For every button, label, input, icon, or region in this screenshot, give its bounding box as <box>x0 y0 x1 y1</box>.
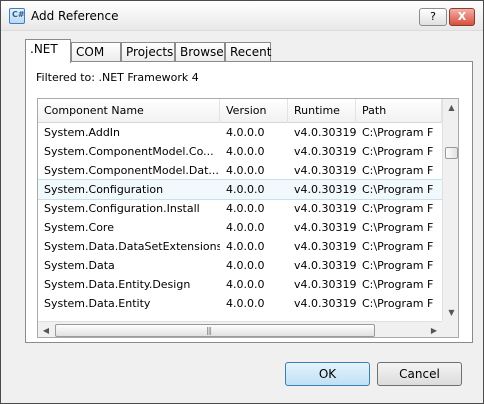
path-cell: C:\Program F <box>362 221 434 234</box>
scroll-down-arrow-icon[interactable]: ▼ <box>444 304 458 321</box>
version-cell: 4.0.0.0 <box>226 221 265 234</box>
list-row[interactable]: System.Core 4.0.0.0 v4.0.30319 C:\Progra… <box>38 218 442 237</box>
add-reference-dialog: C# Add Reference ? X .NET COM Projects B… <box>0 0 484 404</box>
cancel-button[interactable]: Cancel <box>377 362 462 386</box>
column-header-version[interactable]: Version <box>220 99 288 123</box>
version-cell: 4.0.0.0 <box>226 164 265 177</box>
runtime-cell: v4.0.30319 <box>294 164 356 177</box>
list-rows: System.AddIn 4.0.0.0 v4.0.30319 C:\Progr… <box>38 123 443 313</box>
component-name-cell: System.AddIn <box>44 126 121 139</box>
component-name-cell: System.Data.Entity.Design <box>44 278 191 291</box>
runtime-cell: v4.0.30319 <box>294 221 356 234</box>
version-cell: 4.0.0.0 <box>226 202 265 215</box>
version-cell: 4.0.0.0 <box>226 259 265 272</box>
runtime-cell: v4.0.30319 <box>294 297 356 310</box>
scroll-up-arrow-icon[interactable]: ▲ <box>444 99 458 116</box>
runtime-cell: v4.0.30319 <box>294 145 356 158</box>
csharp-app-icon: C# <box>9 8 25 24</box>
filter-label: Filtered to: .NET Framework 4 <box>36 71 199 84</box>
version-cell: 4.0.0.0 <box>226 183 265 196</box>
list-row[interactable]: System.Data.DataSetExtensions 4.0.0.0 v4… <box>38 237 442 256</box>
help-button[interactable]: ? <box>419 8 447 26</box>
version-cell: 4.0.0.0 <box>226 145 265 158</box>
list-row[interactable]: System.Configuration.Install 4.0.0.0 v4.… <box>38 199 442 218</box>
runtime-cell: v4.0.30319 <box>294 126 356 139</box>
tab-browse[interactable]: Browse <box>175 42 225 62</box>
runtime-cell: v4.0.30319 <box>294 278 356 291</box>
path-cell: C:\Program F <box>362 278 434 291</box>
ok-button[interactable]: OK <box>285 362 370 386</box>
component-list[interactable]: Component Name Version Runtime Path Syst… <box>37 98 459 338</box>
list-row[interactable]: System.Data 4.0.0.0 v4.0.30319 C:\Progra… <box>38 256 442 275</box>
tab-com[interactable]: COM <box>71 42 121 62</box>
runtime-cell: v4.0.30319 <box>294 240 356 253</box>
tab-projects[interactable]: Projects <box>121 42 175 62</box>
horizontal-scrollbar[interactable]: ◀ ||| ▶ <box>38 321 442 337</box>
tab-panel-dotnet: Filtered to: .NET Framework 4 Component … <box>25 61 473 343</box>
component-name-cell: System.Configuration.Install <box>44 202 200 215</box>
version-cell: 4.0.0.0 <box>226 240 265 253</box>
scroll-left-arrow-icon[interactable]: ◀ <box>38 323 54 337</box>
component-name-cell: System.Core <box>44 221 114 234</box>
runtime-cell: v4.0.30319 <box>294 202 356 215</box>
vertical-scroll-thumb[interactable] <box>445 147 458 159</box>
column-header-path[interactable]: Path <box>356 99 442 123</box>
path-cell: C:\Program F <box>362 126 434 139</box>
path-cell: C:\Program F <box>362 202 434 215</box>
component-name-cell: System.ComponentModel.Co... <box>44 145 214 158</box>
path-cell: C:\Program F <box>362 240 434 253</box>
vertical-scrollbar[interactable]: ▲ ▼ <box>442 99 458 321</box>
version-cell: 4.0.0.0 <box>226 297 265 310</box>
horizontal-scroll-thumb[interactable]: ||| <box>55 324 375 337</box>
tab-recent[interactable]: Recent <box>225 42 271 62</box>
component-name-cell: System.ComponentModel.Dat... <box>44 164 219 177</box>
list-row-selected[interactable]: System.Configuration 4.0.0.0 v4.0.30319 … <box>38 179 443 200</box>
path-cell: C:\Program F <box>362 297 434 310</box>
path-cell: C:\Program F <box>362 145 434 158</box>
runtime-cell: v4.0.30319 <box>294 183 356 196</box>
close-button[interactable]: X <box>449 8 475 26</box>
column-header-component-name[interactable]: Component Name <box>38 99 220 123</box>
component-name-cell: System.Data.Entity <box>44 297 151 310</box>
component-name-cell: System.Data <box>44 259 115 272</box>
column-header-runtime[interactable]: Runtime <box>288 99 356 123</box>
list-row[interactable]: System.Data.Entity 4.0.0.0 v4.0.30319 C:… <box>38 294 442 313</box>
component-name-cell: System.Data.DataSetExtensions <box>44 240 220 253</box>
list-row[interactable]: System.ComponentModel.Dat... 4.0.0.0 v4.… <box>38 161 442 180</box>
version-cell: 4.0.0.0 <box>226 126 265 139</box>
tab-dotnet[interactable]: .NET <box>25 39 71 63</box>
version-cell: 4.0.0.0 <box>226 278 265 291</box>
app-icon-label: C# <box>12 10 25 19</box>
scroll-right-arrow-icon[interactable]: ▶ <box>426 323 442 337</box>
path-cell: C:\Program F <box>362 259 434 272</box>
path-cell: C:\Program F <box>362 164 434 177</box>
component-name-cell: System.Configuration <box>44 183 164 196</box>
list-row[interactable]: System.Data.Entity.Design 4.0.0.0 v4.0.3… <box>38 275 442 294</box>
window-title: Add Reference <box>31 9 119 23</box>
list-header: Component Name Version Runtime Path <box>38 99 442 123</box>
scroll-grip-icon: ||| <box>206 326 212 335</box>
title-bar[interactable]: C# Add Reference ? X <box>1 1 483 31</box>
list-row[interactable]: System.ComponentModel.Co... 4.0.0.0 v4.0… <box>38 142 442 161</box>
runtime-cell: v4.0.30319 <box>294 259 356 272</box>
path-cell: C:\Program F <box>362 183 434 196</box>
list-row[interactable]: System.AddIn 4.0.0.0 v4.0.30319 C:\Progr… <box>38 123 442 142</box>
scrollbar-corner <box>442 321 458 337</box>
